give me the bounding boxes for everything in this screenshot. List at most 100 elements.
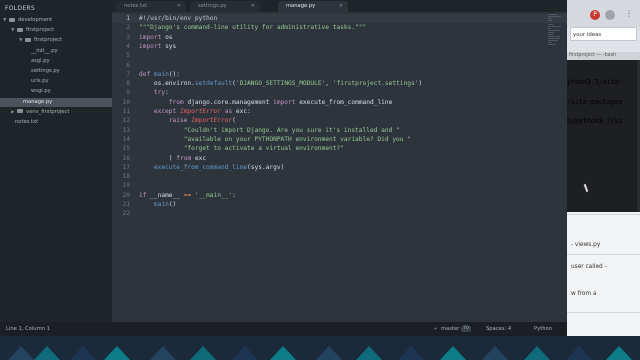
sidebar-item-label: __init__.py (31, 47, 58, 54)
sidebar-item-label: asgi.py (31, 57, 50, 64)
desktop-wallpaper-strip (0, 336, 640, 360)
branch-badge: 70 (461, 326, 471, 332)
terminal-window[interactable]: firstproject — -bash ython3.7/site- /sit… (567, 52, 640, 212)
syntax-selector[interactable]: Python (534, 322, 552, 336)
line-number: 17 (122, 163, 130, 171)
divider (567, 312, 640, 313)
line-number: 16 (122, 154, 130, 162)
close-icon[interactable]: × (339, 1, 343, 12)
code-line: import sys (139, 42, 177, 50)
code-line: def main(): (139, 70, 181, 78)
code-line: ) from exc (139, 154, 207, 162)
line-number: 13 (122, 126, 130, 134)
sidebar-item-label: wsgi.py (31, 88, 51, 95)
avatar[interactable] (605, 10, 615, 20)
line-number-gutter: 1 2 3 4 5 6 7 8 9 10 11 12 13 14 15 16 17 18 19 20 21 22 (112, 12, 134, 322)
sidebar-item-label: manage.py (23, 98, 53, 105)
sidebar-item-label: urls.py (31, 78, 49, 85)
sidebar-title: FOLDERS (5, 5, 36, 12)
tab-notes[interactable]: notes.txt × (116, 1, 186, 12)
line-number: 21 (122, 201, 130, 208)
line-number: 8 (126, 80, 130, 88)
sidebar-item-label: firstproject (34, 37, 63, 44)
terminal-line: /site-packages (567, 98, 623, 106)
sidebar-item-label: settings.py (31, 68, 60, 74)
tab-label: notes.txt (124, 3, 148, 9)
code-area[interactable]: #!/usr/bin/env python """Django's command… (139, 12, 559, 322)
sidebar-item-label: firstproject (26, 27, 55, 34)
close-icon[interactable]: × (177, 1, 181, 12)
code-line: raise ImportError( (168, 117, 236, 125)
sidebar-item-venv-firstproject[interactable]: ▶ venv_firstproject (0, 108, 112, 117)
sidebar-item-asgi-py[interactable]: asgi.py (0, 57, 112, 66)
divider (567, 254, 640, 255)
sidebar-item-wsgi-py[interactable]: wsgi.py (0, 87, 112, 96)
sidebar-item-firstproject[interactable]: ▼ firstproject (0, 26, 112, 35)
terminal-line: b/python3.7/si (567, 117, 623, 125)
sidebar-item-manage-py[interactable]: manage.py (0, 97, 112, 107)
code-line: import os (139, 33, 173, 41)
line-number: 15 (122, 145, 130, 153)
sidebar-item-notes-txt[interactable]: notes.txt (0, 118, 112, 127)
cursor-position: Line 1, Column 1 (6, 326, 50, 332)
folder-icon (9, 17, 15, 22)
indent-setting[interactable]: Spaces: 4 (486, 322, 511, 336)
line-number: 20 (122, 191, 130, 199)
mouse-cursor (583, 183, 589, 193)
code-line: main() (153, 201, 177, 208)
code-line: os.environ.setdefault('DJANGO_SETTINGS_M… (139, 80, 423, 88)
doc-text: user called - (571, 264, 607, 270)
code-line: "forget to activate a virtual environmen… (183, 145, 344, 153)
close-icon[interactable]: × (251, 1, 255, 12)
folder-icon (25, 37, 31, 42)
line-number: 9 (126, 89, 130, 97)
terminal-title: firstproject — -bash (569, 53, 617, 58)
terminal-line: ython3.7/site- (567, 78, 623, 86)
status-bar: Line 1, Column 1 ⑂ master 70 Spaces: 4 P… (0, 322, 567, 336)
tab-bar: notes.txt × settings.py × manage.py × (112, 0, 567, 12)
code-line: "available on your PYTHONPATH environmen… (183, 135, 411, 143)
line-number: 6 (126, 61, 130, 69)
folder-icon (17, 27, 23, 32)
tab-label: settings.py (198, 3, 227, 9)
code-line: from django.core.management import execu… (168, 98, 393, 106)
code-line: if __name__ == '__main__': (139, 191, 236, 199)
tab-settings[interactable]: settings.py × (190, 1, 260, 12)
sidebar-item-settings-py[interactable]: settings.py (0, 67, 112, 76)
sidebar-item-development[interactable]: ▼ development (0, 16, 112, 25)
menu-icon[interactable]: ⋮ (625, 9, 633, 18)
line-number: 4 (126, 42, 130, 50)
code-line: except ImportError as exc: (153, 108, 251, 115)
tab-manage[interactable]: manage.py × (278, 1, 348, 12)
sidebar-item-firstproject[interactable]: ▼ firstproject (0, 36, 112, 45)
browser-window: P ⋮ your ideas (567, 0, 640, 60)
line-number: 11 (122, 108, 130, 115)
search-input[interactable]: your ideas (570, 27, 637, 41)
git-branch[interactable]: master (441, 322, 459, 336)
line-number: 22 (122, 210, 130, 218)
doc-text: - views.py (571, 242, 601, 248)
doc-text: w from a (571, 291, 597, 297)
line-number: 5 (126, 52, 130, 60)
line-number: 12 (122, 117, 130, 125)
line-number: 3 (126, 33, 130, 41)
sublime-editor-window: FOLDERS ▼ development ▼ firstproject ▼ firstp… (0, 0, 567, 336)
sidebar-item-label: notes.txt (15, 119, 39, 125)
line-number: 18 (122, 173, 130, 181)
code-line: "Couldn't import Django. Are you sure it… (183, 126, 400, 134)
code-line: execute_from_command_line(sys.argv) (153, 163, 285, 171)
line-number: 2 (126, 24, 130, 32)
minimap[interactable] (548, 14, 562, 54)
sidebar-item-urls-py[interactable]: urls.py (0, 77, 112, 86)
divider (567, 214, 640, 215)
line-number: 10 (122, 98, 130, 106)
folder-icon (17, 109, 23, 114)
sidebar-item-label: development (18, 17, 53, 23)
sidebar-item-label: venv_firstproject (26, 108, 70, 115)
sidebar: FOLDERS ▼ development ▼ firstproject ▼ firstp… (0, 0, 112, 322)
tab-label: manage.py (286, 3, 316, 9)
sidebar-item--init-py[interactable]: __init__.py (0, 47, 112, 56)
line-number: 14 (122, 135, 130, 143)
pinterest-icon[interactable]: P (590, 10, 600, 20)
line-number: 19 (122, 182, 130, 190)
